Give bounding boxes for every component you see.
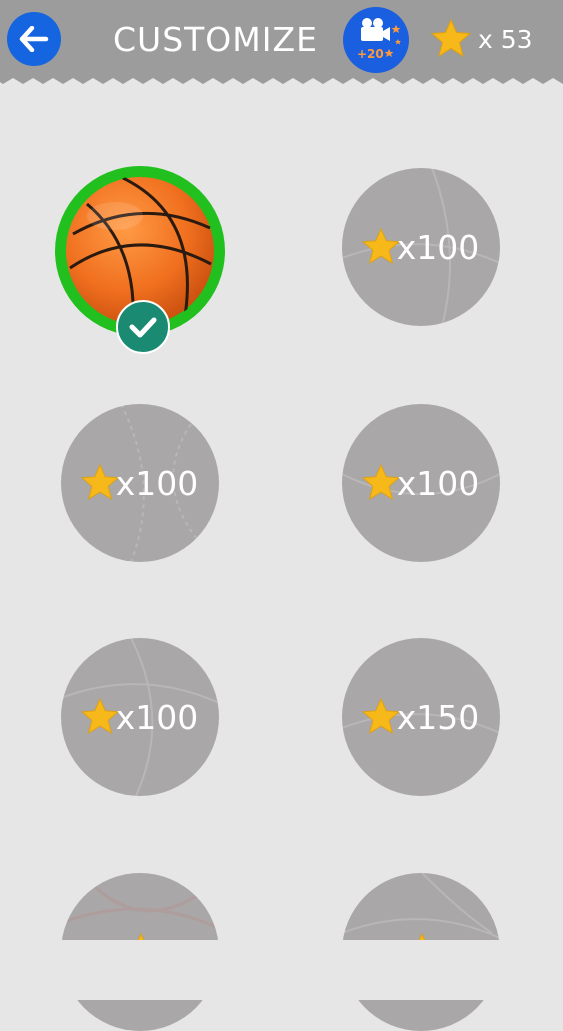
- selected-check-badge: [116, 300, 170, 354]
- star-icon: [361, 464, 400, 501]
- price-label: x100: [115, 697, 199, 737]
- star-count: x 53: [478, 24, 533, 54]
- arrow-left-icon: [19, 26, 49, 52]
- star-balance: x 53: [430, 17, 533, 61]
- ball-item-locked[interactable]: x100: [61, 404, 219, 562]
- star-icon: [361, 228, 400, 265]
- page-title: CUSTOMIZE: [113, 20, 318, 59]
- ball-price: x100: [361, 463, 480, 503]
- ball-item-locked[interactable]: x100: [61, 638, 219, 796]
- star-icon: [361, 698, 400, 735]
- back-button[interactable]: [7, 12, 61, 66]
- ball-price: x150: [361, 697, 480, 737]
- ball-item-locked[interactable]: x150: [342, 638, 500, 796]
- checkmark-icon: [129, 317, 157, 338]
- ball-item-locked[interactable]: x100: [342, 168, 500, 326]
- watch-video-button[interactable]: +20: [343, 7, 409, 73]
- price-label: x100: [396, 227, 480, 267]
- ball-price: x100: [80, 697, 199, 737]
- price-label: x100: [396, 463, 480, 503]
- star-icon: [80, 464, 119, 501]
- star-icon: [430, 19, 472, 58]
- video-camera-icon: [361, 18, 401, 57]
- video-reward-label: +20: [357, 47, 384, 61]
- ball-price: x100: [80, 463, 199, 503]
- ball-item-basketball-selected[interactable]: [55, 166, 225, 354]
- ball-item-locked[interactable]: x100: [342, 404, 500, 562]
- list-bottom-clip: [0, 940, 563, 1000]
- ball-price: x100: [361, 227, 480, 267]
- star-icon: [80, 698, 119, 735]
- price-label: x150: [396, 697, 480, 737]
- header-bar: CUSTOMIZE +20 x 53: [0, 0, 563, 96]
- price-label: x100: [115, 463, 199, 503]
